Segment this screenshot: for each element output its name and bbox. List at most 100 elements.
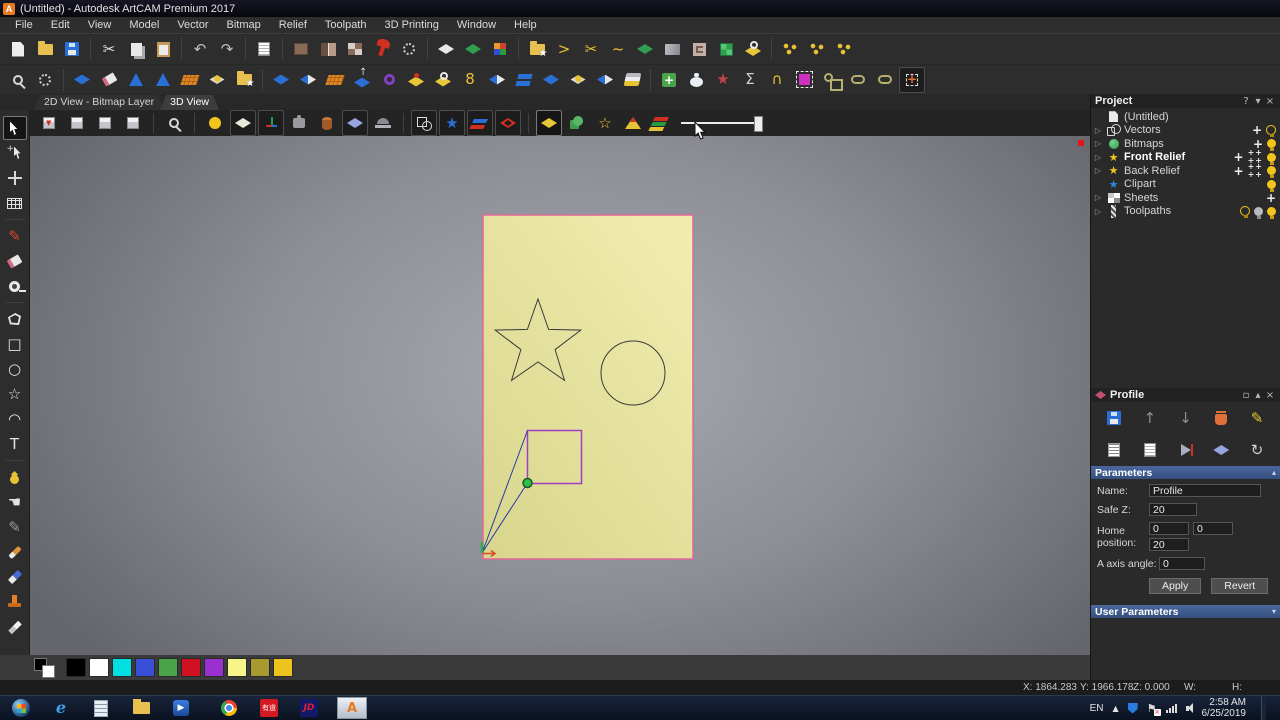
tab-2d-view[interactable]: 2D View - Bitmap Layer bbox=[34, 95, 164, 110]
smooth-relief-icon[interactable] bbox=[96, 67, 122, 93]
mirror-model-icon[interactable] bbox=[315, 36, 341, 62]
chrome-button[interactable] bbox=[216, 697, 242, 719]
menu-bitmap[interactable]: Bitmap bbox=[218, 19, 270, 31]
colour-select-icon[interactable] bbox=[487, 36, 513, 62]
polyline-icon[interactable] bbox=[3, 307, 27, 331]
color-swatch[interactable] bbox=[112, 658, 132, 677]
opacity-slider-icon[interactable] bbox=[676, 110, 768, 136]
menu-window[interactable]: Window bbox=[448, 19, 505, 31]
move-up-icon[interactable]: ↑ bbox=[1137, 405, 1163, 431]
visibility-bulb-icon[interactable] bbox=[1254, 207, 1263, 216]
media-player-button[interactable]: ▶ bbox=[168, 697, 194, 719]
select-icon[interactable] bbox=[3, 116, 27, 140]
interactive-sculpting-icon[interactable] bbox=[659, 36, 685, 62]
tree-item-back-relief[interactable]: ▷ ★ Back Relief +++++ bbox=[1093, 164, 1280, 178]
set-model-size-icon[interactable] bbox=[288, 36, 314, 62]
split-layers-icon[interactable] bbox=[511, 67, 537, 93]
envelope-distort-icon[interactable] bbox=[3, 191, 27, 215]
apply-button[interactable]: Apply bbox=[1149, 578, 1201, 594]
sculpt-cone-icon[interactable] bbox=[123, 67, 149, 93]
language-indicator[interactable]: EN bbox=[1090, 703, 1104, 714]
star-hatch-icon[interactable]: ★ bbox=[710, 67, 736, 93]
tree-item-vectors[interactable]: ▷ Vectors + bbox=[1093, 124, 1280, 138]
color-swatch[interactable] bbox=[158, 658, 178, 677]
measure-icon[interactable] bbox=[3, 274, 27, 298]
copy-icon[interactable] bbox=[123, 36, 149, 62]
home-y-input[interactable] bbox=[1193, 522, 1233, 535]
rotate-axis-icon[interactable]: ↻ bbox=[1244, 437, 1270, 463]
primary-secondary-swatch[interactable] bbox=[34, 657, 64, 679]
start-button[interactable] bbox=[8, 697, 34, 719]
outline-relief-icon[interactable] bbox=[495, 110, 521, 136]
array-copy-icon[interactable] bbox=[804, 36, 830, 62]
save-file-icon[interactable] bbox=[59, 36, 85, 62]
relief-layers-icon[interactable] bbox=[467, 110, 493, 136]
show-material-icon[interactable] bbox=[536, 110, 562, 136]
view-top-icon[interactable] bbox=[64, 110, 90, 136]
arch-tool-icon[interactable]: ∩ bbox=[764, 67, 790, 93]
fillet-open-icon[interactable] bbox=[845, 67, 871, 93]
menu-model[interactable]: Model bbox=[120, 19, 168, 31]
cut-icon[interactable]: ✂ bbox=[96, 36, 122, 62]
draw-plane-icon[interactable] bbox=[230, 110, 256, 136]
file-explorer-button[interactable] bbox=[128, 697, 154, 719]
help-icon[interactable]: ? bbox=[1240, 96, 1252, 107]
notes-icon[interactable] bbox=[251, 36, 277, 62]
smudge-icon[interactable]: ☚ bbox=[3, 490, 27, 514]
volume-icon[interactable] bbox=[1186, 706, 1189, 711]
arc-icon[interactable]: ◠ bbox=[3, 407, 27, 431]
nest-vectors-icon[interactable] bbox=[777, 36, 803, 62]
view-iso-icon[interactable] bbox=[36, 110, 62, 136]
save-profile-icon[interactable] bbox=[1101, 405, 1127, 431]
star-icon[interactable]: ☆ bbox=[3, 382, 27, 406]
toggle-origin-icon[interactable] bbox=[258, 110, 284, 136]
redo-icon[interactable]: ↷ bbox=[214, 36, 240, 62]
artcam-taskbar-button[interactable]: A bbox=[336, 697, 368, 719]
fit-arcs-icon[interactable]: ~ bbox=[605, 36, 631, 62]
tile-model-icon[interactable] bbox=[342, 36, 368, 62]
show-desktop-button[interactable] bbox=[1261, 696, 1266, 720]
color-swatch[interactable] bbox=[227, 658, 247, 677]
tree-item-clipart[interactable]: ★ Clipart bbox=[1093, 178, 1280, 192]
a-axis-input[interactable] bbox=[1159, 557, 1205, 570]
fillet-closed-icon[interactable] bbox=[872, 67, 898, 93]
visibility-bulb-icon[interactable] bbox=[1267, 207, 1276, 216]
tree-item-sheets[interactable]: ▷ Sheets + bbox=[1093, 191, 1280, 205]
clipart-library-icon[interactable] bbox=[524, 36, 550, 62]
open-file-icon[interactable] bbox=[32, 36, 58, 62]
offset-yellow-icon[interactable] bbox=[740, 36, 766, 62]
chisel-icon[interactable] bbox=[3, 540, 27, 564]
smart-engraving-icon[interactable] bbox=[204, 67, 230, 93]
erase-relief-icon[interactable] bbox=[3, 565, 27, 589]
name-input[interactable] bbox=[1149, 484, 1261, 497]
tab-3d-view[interactable]: 3D View bbox=[160, 95, 219, 110]
tree-item-untitled[interactable]: (Untitled) bbox=[1093, 110, 1280, 124]
internet-explorer-button[interactable]: e bbox=[48, 697, 74, 719]
star-tool-icon[interactable]: ★ bbox=[439, 110, 465, 136]
new-file-icon[interactable] bbox=[5, 36, 31, 62]
menu-edit[interactable]: Edit bbox=[42, 19, 79, 31]
safe-z-input[interactable] bbox=[1149, 503, 1197, 516]
expand-arrow-icon[interactable]: ▷ bbox=[1093, 126, 1103, 135]
color-swatch[interactable] bbox=[250, 658, 270, 677]
transform-mode-icon[interactable] bbox=[899, 67, 925, 93]
flat-plane-icon[interactable] bbox=[538, 67, 564, 93]
add-icon[interactable]: + bbox=[1234, 165, 1244, 177]
paint-relief-icon[interactable] bbox=[3, 465, 27, 489]
network-signal-icon[interactable] bbox=[1166, 704, 1177, 713]
join-vectors-icon[interactable] bbox=[831, 36, 857, 62]
ring-relief-icon[interactable] bbox=[430, 67, 456, 93]
zoom-objects-icon[interactable] bbox=[5, 67, 31, 93]
vector-doctor-icon[interactable]: > bbox=[551, 36, 577, 62]
visibility-bulb-icon[interactable] bbox=[1267, 180, 1276, 189]
paste-icon[interactable] bbox=[150, 36, 176, 62]
menu-3d-printing[interactable]: 3D Printing bbox=[375, 19, 447, 31]
youdao-button[interactable]: 有道 bbox=[256, 697, 282, 719]
raise-relief-icon[interactable] bbox=[349, 67, 375, 93]
relief-clipart-icon[interactable] bbox=[231, 67, 257, 93]
add-icon[interactable]: + bbox=[1266, 192, 1276, 204]
calculate-icon[interactable] bbox=[1101, 437, 1127, 463]
parameters-header[interactable]: Parameters ▴ bbox=[1091, 466, 1280, 479]
show-vectors-icon[interactable] bbox=[564, 110, 590, 136]
plugins-icon[interactable] bbox=[286, 110, 312, 136]
